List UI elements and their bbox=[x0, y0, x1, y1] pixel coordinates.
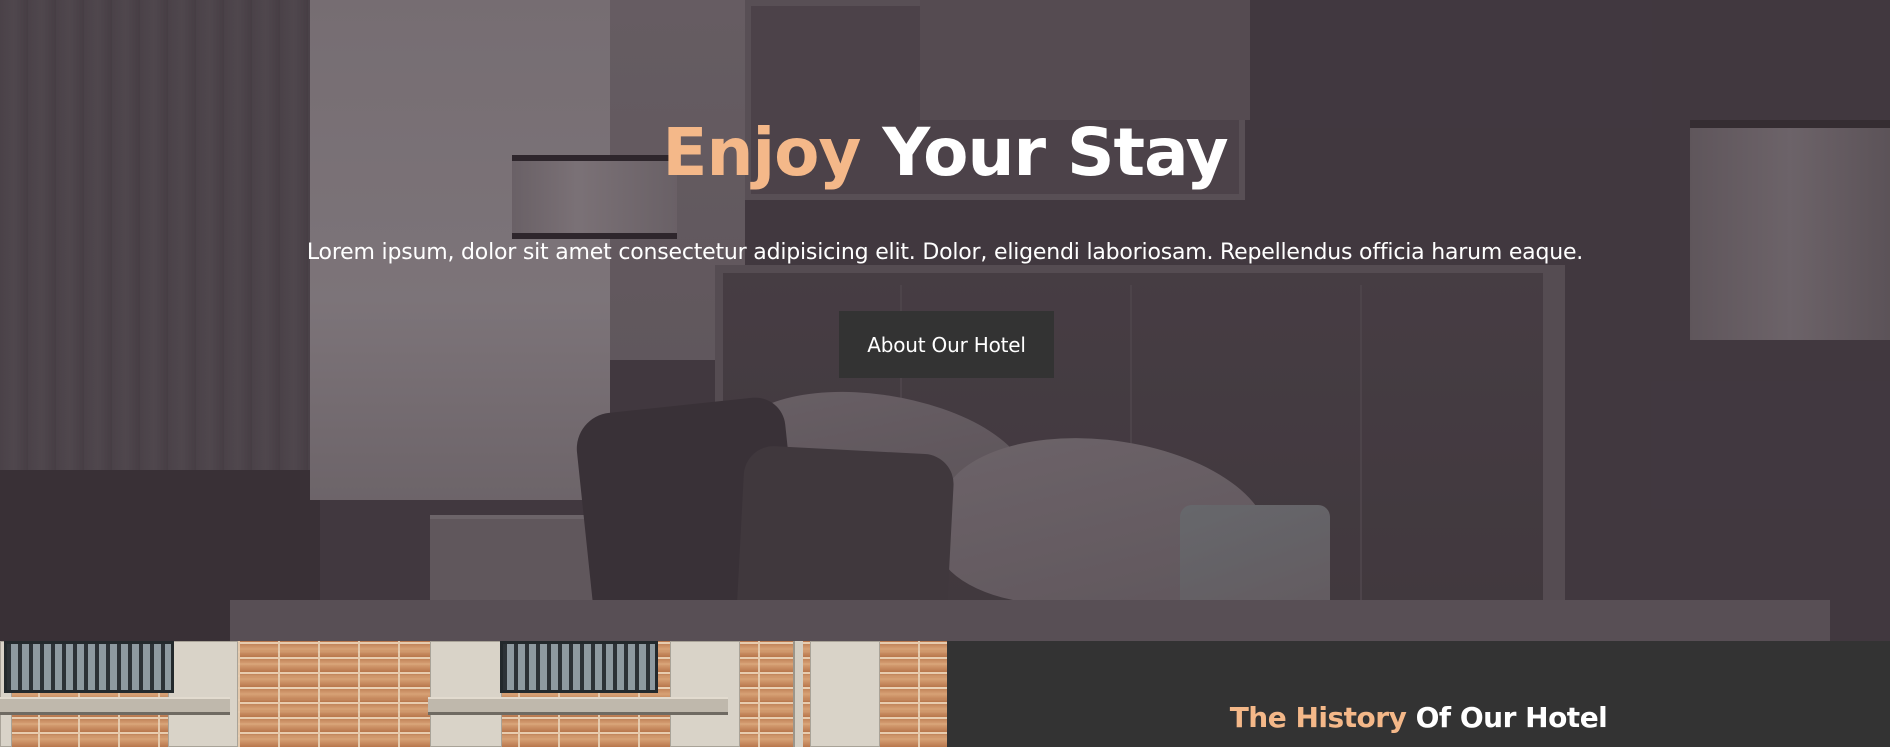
hero-title-accent: Enjoy bbox=[662, 114, 861, 191]
balcony-railing-graphic bbox=[4, 641, 174, 693]
stone-column-graphic bbox=[430, 641, 502, 747]
drainpipe-graphic bbox=[793, 641, 803, 747]
hero-title-rest: Your Stay bbox=[882, 114, 1228, 191]
stone-column-graphic bbox=[168, 641, 238, 747]
window-ledge-graphic bbox=[0, 697, 230, 715]
history-title-accent: The History bbox=[1229, 701, 1407, 734]
window-ledge-graphic bbox=[428, 697, 728, 715]
history-title: The History Of Our Hotel bbox=[947, 701, 1890, 734]
stone-column-graphic bbox=[810, 641, 880, 747]
history-panel: The History Of Our Hotel bbox=[947, 641, 1890, 747]
about-hotel-button[interactable]: About Our Hotel bbox=[839, 311, 1054, 378]
hero-title: Enjoy Your Stay bbox=[0, 108, 1890, 198]
balcony-railing-graphic bbox=[500, 641, 658, 693]
history-title-rest: Of Our Hotel bbox=[1415, 701, 1608, 734]
hero-subtitle: Lorem ipsum, dolor sit amet consectetur … bbox=[306, 240, 1584, 265]
hero-section: Enjoy Your Stay Lorem ipsum, dolor sit a… bbox=[0, 0, 1890, 641]
stone-column-graphic bbox=[670, 641, 740, 747]
hotel-facade-image bbox=[0, 641, 947, 747]
